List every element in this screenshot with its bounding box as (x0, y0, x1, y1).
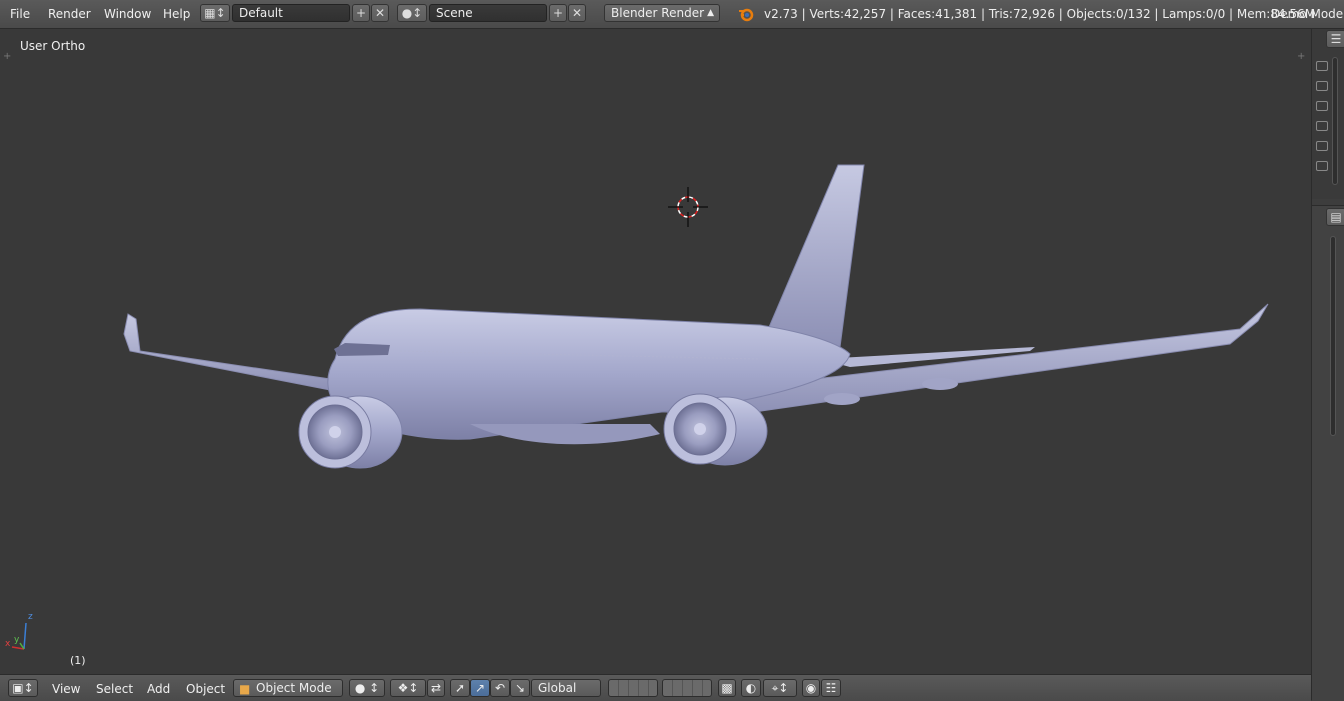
outliner-row-camera-icon[interactable] (1316, 161, 1328, 171)
menu-add[interactable]: Add (147, 682, 170, 696)
scene-render (11, 164, 1269, 650)
add-scene-icon[interactable]: + (549, 4, 567, 22)
scene-field[interactable]: Scene (429, 4, 547, 22)
menu-view[interactable]: View (52, 682, 80, 696)
outliner-row-camera-icon[interactable] (1316, 121, 1328, 131)
3d-view-header: ▣↕ View Select Add Object ■ Object Mode … (0, 674, 1311, 701)
3d-cursor (668, 187, 708, 227)
outliner-editor-icon[interactable]: ☰ (1326, 30, 1344, 48)
proportional-editing-icon[interactable]: ◐ (741, 679, 761, 697)
scale-manipulator-icon[interactable]: ↘ (510, 679, 530, 697)
pivot-point-dropdown[interactable]: ❖↕ (390, 679, 426, 697)
snap-element-dropdown[interactable]: ⌖↕ (763, 679, 797, 697)
render-engine-label: Blender Render (611, 6, 705, 20)
outliner-row-camera-icon[interactable] (1316, 141, 1328, 151)
menu-file[interactable]: File (10, 7, 30, 21)
lock-layers-icon[interactable]: ▩ (718, 679, 736, 697)
scene-icon[interactable]: ●↕ (397, 4, 427, 22)
screen-layout-field[interactable]: Default (232, 4, 350, 22)
manipulator-toggle-icon[interactable]: ⇄ (427, 679, 445, 697)
left-wing (123, 313, 336, 392)
3d-viewport[interactable]: User Ortho + + z x y (1) (0, 29, 1311, 674)
screen-layout-icon[interactable]: ▦↕ (200, 4, 230, 22)
outliner-row-camera-icon[interactable] (1316, 81, 1328, 91)
rotate-manipulator-icon[interactable]: ↶ (490, 679, 510, 697)
render-animation-icon[interactable]: ☷ (821, 679, 841, 697)
transform-manipulator-icon[interactable]: ➚ (450, 679, 470, 697)
layers-grid-1[interactable] (608, 679, 658, 697)
current-frame-label: (1) (70, 654, 86, 667)
right-editors: ☰ ▤ (1311, 29, 1344, 701)
axis-x-label: x (5, 639, 11, 649)
dropdown-arrow-icon: ▲ (707, 8, 714, 18)
menu-render[interactable]: Render (48, 7, 91, 21)
add-layout-icon[interactable]: + (352, 4, 370, 22)
menu-help[interactable]: Help (163, 7, 190, 21)
belly-fairing (470, 424, 660, 445)
tail-fin (766, 164, 865, 348)
axis-y-label: y (14, 635, 20, 645)
render-camera-icon[interactable]: ◉ (802, 679, 820, 697)
outliner-row-camera-icon[interactable] (1316, 61, 1328, 71)
properties-editor[interactable]: ▤ (1312, 205, 1344, 701)
info-header: File Render Window Help ▦↕ Default + ✕ ●… (0, 0, 1344, 29)
delete-scene-icon[interactable]: ✕ (568, 4, 586, 22)
menu-window[interactable]: Window (104, 7, 151, 21)
outliner[interactable]: ☰ (1312, 29, 1344, 199)
delete-layout-icon[interactable]: ✕ (371, 4, 389, 22)
editor-type-icon[interactable]: ▣↕ (8, 679, 38, 697)
interaction-mode-dropdown[interactable]: ■ Object Mode (233, 679, 343, 697)
properties-editor-icon[interactable]: ▤ (1326, 208, 1344, 226)
blender-logo-icon (739, 8, 754, 22)
axis-z-label: z (28, 612, 33, 622)
menu-object[interactable]: Object (186, 682, 225, 696)
transform-orientation-dropdown[interactable]: Global (531, 679, 601, 697)
menu-select[interactable]: Select (96, 682, 133, 696)
layers-grid-2[interactable] (662, 679, 712, 697)
object-cube-icon: ■ (239, 682, 251, 696)
properties-scrollbar[interactable] (1330, 236, 1336, 436)
outliner-row-camera-icon[interactable] (1316, 101, 1328, 111)
fuselage (327, 308, 851, 440)
scene-statistics: v2.73 | Verts:42,257 | Faces:41,381 | Tr… (764, 7, 1316, 21)
viewport-shading-dropdown[interactable]: ● ↕ (349, 679, 385, 697)
cockpit-windows (334, 343, 390, 356)
translate-manipulator-icon[interactable]: ↗ (470, 679, 490, 697)
outliner-scrollbar[interactable] (1332, 57, 1338, 185)
transform-orientation-label: Global (538, 681, 577, 695)
interaction-mode-label: Object Mode (256, 681, 332, 695)
render-engine-dropdown[interactable]: Blender Render ▲ (604, 4, 720, 22)
demo-mode-label: Demo Mode: (1271, 7, 1344, 21)
